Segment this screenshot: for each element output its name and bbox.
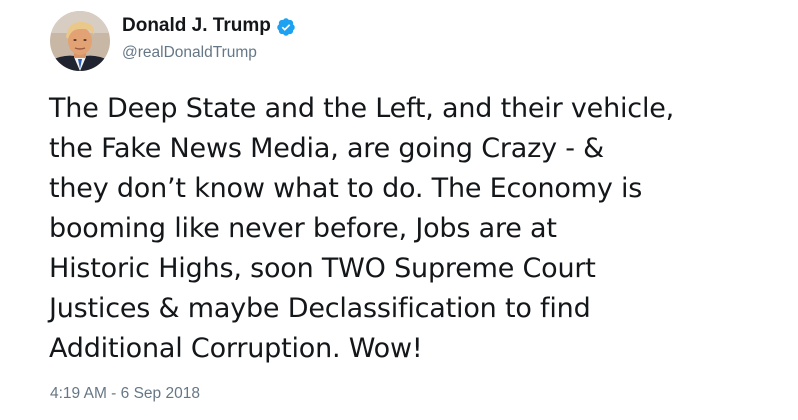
avatar[interactable] [50,11,110,71]
tweet-text-line: they don’t know what to do. The Economy … [49,173,643,204]
display-name-row: Donald J. Trump [122,13,296,39]
profile-photo-icon [50,11,110,71]
verified-badge-icon [276,17,296,37]
user-handle[interactable]: @realDonaldTrump [122,44,296,62]
tweet-text-line: The Deep State and the Left, and their v… [49,93,675,124]
display-name[interactable]: Donald J. Trump [122,15,271,37]
tweet-text-line: Justices & maybe Declassification to fin… [49,293,591,324]
author-block: Donald J. Trump @realDonaldTrump [122,13,296,62]
tweet-text: The Deep State and the Left, and their v… [49,89,794,369]
tweet-text-line: Additional Corruption. Wow! [49,333,423,364]
tweet-card: Donald J. Trump @realDonaldTrump The Dee… [0,0,798,420]
tweet-timestamp[interactable]: 4:19 AM - 6 Sep 2018 [50,385,200,403]
tweet-text-line: the Fake News Media, are going Crazy - & [49,133,605,164]
tweet-text-line: Historic Highs, soon TWO Supreme Court [49,253,596,284]
tweet-text-line: booming like never before, Jobs are at [49,213,557,244]
